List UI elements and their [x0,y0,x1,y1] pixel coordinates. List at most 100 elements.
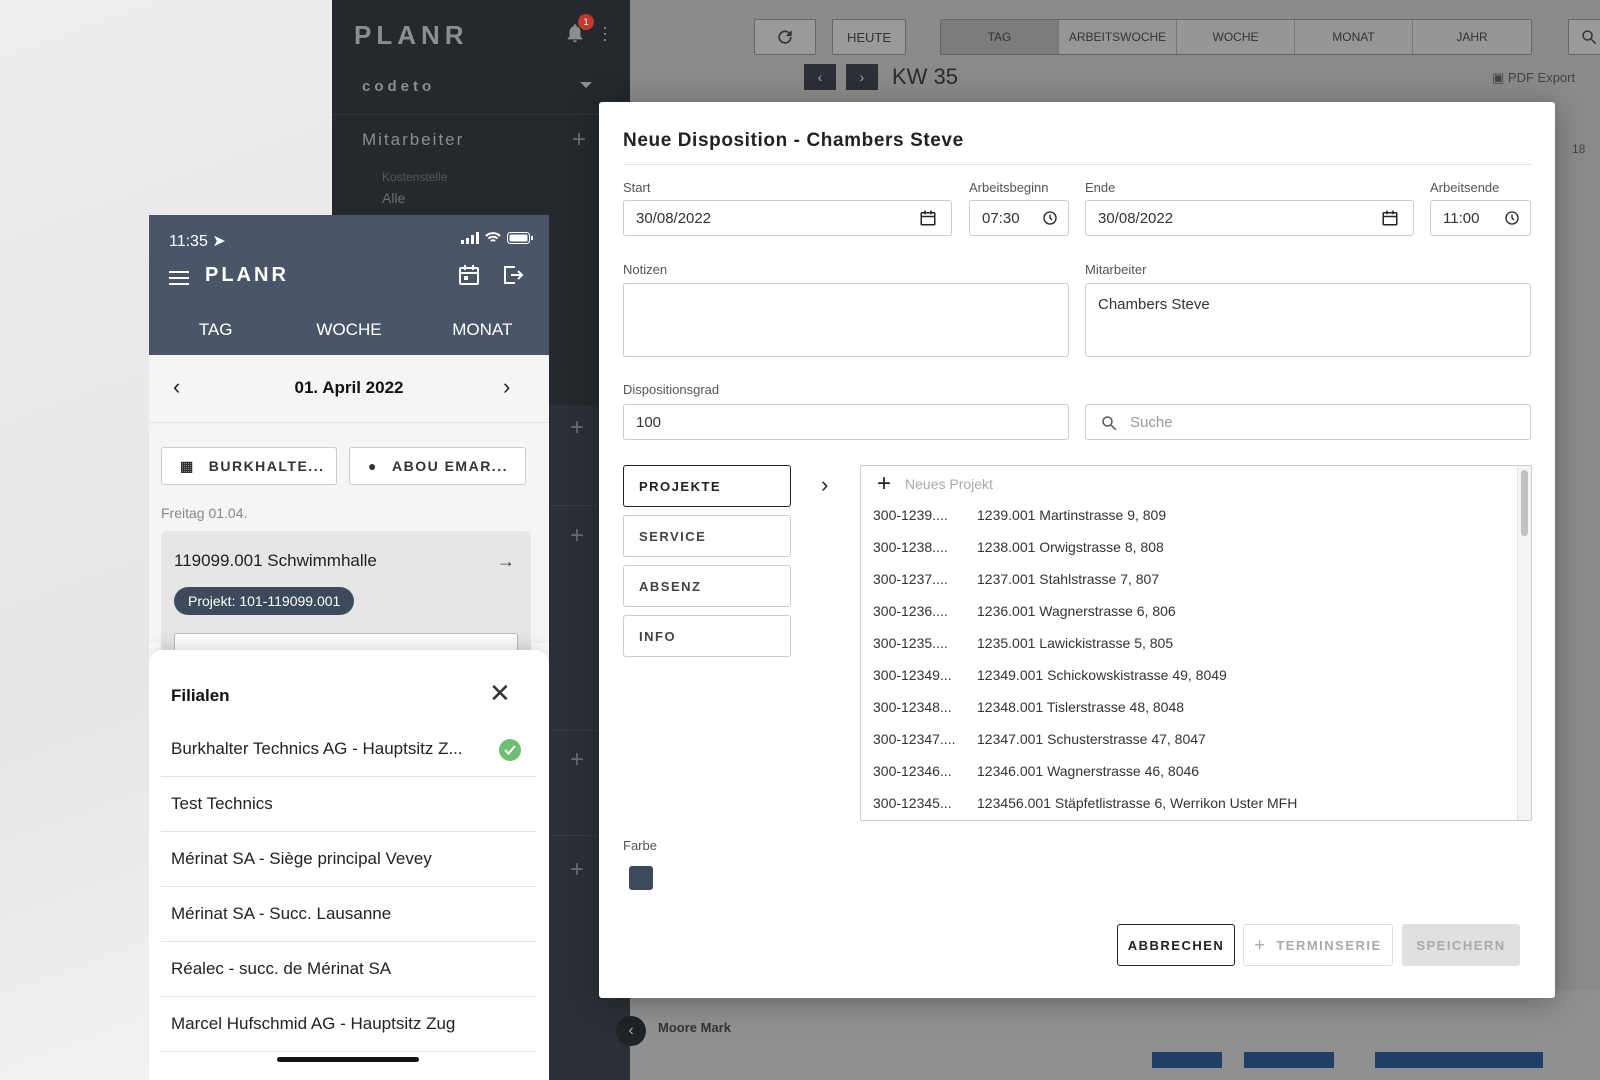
kostenstelle-value[interactable]: Alle [382,190,405,206]
project-code: 300-1237.... [873,570,948,587]
mitarbeiter-label: Mitarbeiter [1085,262,1147,277]
mobile-header: 11:35 ➤ PLANR TAG WOCHE MONAT [149,215,549,355]
list-item[interactable]: 300-12348... 12348.001 Tislerstrasse 48, … [873,691,1513,722]
notes-textarea[interactable] [623,283,1069,357]
week-label: KW 35 [892,64,959,89]
branch-item[interactable]: Test Technics [161,777,537,832]
signal-icon [461,232,479,244]
list-item[interactable]: 300-1239.... 1239.001 Martinstrasse 9, 80… [873,499,1513,530]
category-absenz-button[interactable]: ABSENZ [623,565,791,607]
category-projekte-button[interactable]: PROJEKTE [623,465,791,507]
calendar-event[interactable] [1152,1052,1222,1068]
save-button[interactable]: SPEICHERN [1402,924,1520,966]
add-employee-icon[interactable]: + [572,128,586,152]
branch-item[interactable]: Burkhalter Technics AG - Hauptsitz Z... [161,722,537,777]
color-swatch[interactable] [629,866,653,890]
cancel-button[interactable]: ABBRECHEN [1117,924,1235,966]
category-info-button[interactable]: INFO [623,615,791,657]
add-row-icon[interactable]: + [570,858,584,882]
tab-arbeitswoche[interactable]: ARBEITSWOCHE [1059,20,1177,54]
clock-icon[interactable] [1042,210,1058,226]
tab-woche[interactable]: WOCHE [1177,20,1295,54]
employee-field[interactable]: Chambers Steve [1085,283,1531,357]
tab-monat[interactable]: MONAT [416,320,549,340]
building-icon: ▦ [180,457,195,474]
person-icon: ● [368,458,378,474]
branch-item[interactable]: Mérinat SA - Siège principal Vevey [161,832,537,887]
start-date-input[interactable]: 30/08/2022 [623,200,952,236]
branch-name: Mérinat SA - Siège principal Vevey [171,849,432,868]
add-row-icon[interactable]: + [570,524,584,548]
list-item[interactable]: 300-12347.... 12347.001 Schusterstrasse 4… [873,723,1513,754]
add-row-icon[interactable]: + [570,748,584,772]
list-item[interactable]: 300-1235.... 1235.001 Lawickistrasse 5, 8… [873,627,1513,658]
list-item[interactable]: 300-12345... 123456.001 Stäpfetlistrasse … [873,787,1513,818]
list-scrollbar[interactable] [1517,466,1531,820]
close-icon[interactable]: ✕ [489,678,511,709]
branch-filter-label: BURKHALTE... [208,458,325,474]
project-code: 300-12347.... [873,730,956,747]
search-button[interactable] [1568,19,1600,55]
list-item[interactable]: 300-12346... 12346.001 Wagnerstrasse 46, … [873,755,1513,786]
list-item[interactable]: 300-1236.... 1236.001 Wagnerstrasse 6, 80… [873,595,1513,626]
scrollbar-thumb[interactable] [1521,470,1528,536]
kebab-menu-icon[interactable]: · · · [602,18,608,48]
refresh-button[interactable] [754,19,816,55]
pdf-icon: ▣ [1492,70,1508,85]
prev-week-button[interactable]: ‹ [804,64,836,90]
project-name: 1237.001 Stahlstrasse 7, 807 [977,570,1160,587]
branch-filter-button[interactable]: ▦ BURKHALTE... [161,447,337,485]
branch-item[interactable]: Réalec - succ. de Mérinat SA [161,942,537,997]
home-indicator [277,1057,419,1062]
person-filter-button[interactable]: ● ABOU EMAR... [349,447,526,485]
card-title: 119099.001 Schwimmhalle [174,551,377,570]
menu-icon[interactable] [169,267,189,289]
arbeitsbeginn-input[interactable]: 07:30 [969,200,1069,236]
tab-jahr[interactable]: JAHR [1413,20,1531,54]
calendar-icon[interactable] [1381,209,1399,227]
end-date-input[interactable]: 30/08/2022 [1085,200,1414,236]
calendar-event[interactable] [1375,1052,1543,1068]
list-item[interactable]: 300-12349... 12349.001 Schickowskistrasse… [873,659,1513,690]
divider [623,164,1531,165]
arbeitsende-input[interactable]: 11:00 [1430,200,1531,236]
list-item[interactable]: 300-1237.... 1237.001 Stahlstrasse 7, 807 [873,563,1513,594]
next-week-button[interactable]: › [846,64,878,90]
branch-item[interactable]: Mérinat SA - Succ. Lausanne [161,887,537,942]
project-name: 123456.001 Stäpfetlistrasse 6, Werrikon … [977,794,1298,811]
list-item[interactable]: 300-1238.... 1238.001 Orwigstrasse 8, 808 [873,531,1513,562]
search-placeholder: Suche [1130,413,1173,431]
arbeitsende-label: Arbeitsende [1430,180,1500,195]
category-service-button[interactable]: SERVICE [623,515,791,557]
dispositionsgrad-input[interactable]: 100 [623,404,1069,440]
arrow-right-icon[interactable]: → [497,551,515,572]
collapse-sidebar-button[interactable]: ‹ [616,1016,646,1046]
tab-tag[interactable]: TAG [149,320,282,340]
calendar-event[interactable] [1244,1052,1334,1068]
calendar-icon[interactable] [919,209,937,227]
chevron-right-icon[interactable]: › [503,374,510,400]
clock-icon[interactable] [1504,210,1520,226]
chevron-down-icon[interactable] [580,82,592,88]
add-row-icon[interactable]: + [570,416,584,440]
arbeitsbeginn-value: 07:30 [982,209,1020,227]
tab-woche[interactable]: WOCHE [282,320,415,340]
org-selector[interactable]: codeto [362,78,435,95]
new-disposition-dialog: Neue Disposition - Chambers Steve Start … [599,102,1555,998]
appointment-card[interactable]: 119099.001 Schwimmhalle → Projekt: 101-1… [161,531,531,663]
today-button[interactable]: HEUTE [832,19,906,55]
project-search-input[interactable]: Suche [1085,404,1531,440]
tab-tag[interactable]: TAG [941,20,1059,54]
calendar-icon[interactable] [457,263,481,287]
project-code: 300-12348... [873,698,952,715]
new-project-button[interactable]: + Neues Projekt [877,472,993,496]
terminserie-button[interactable]: + TERMINSERIE [1243,924,1393,966]
arbeitsende-value: 11:00 [1443,209,1480,227]
plus-icon: + [1254,934,1267,955]
filter-area: ▦ BURKHALTE... ● ABOU EMAR... Freitag 01.0… [149,423,549,663]
project-chip: Projekt: 101-119099.001 [174,587,355,615]
branch-item[interactable]: Marcel Hufschmid AG - Hauptsitz Zug [161,997,537,1052]
pdf-export-button[interactable]: ▣ PDF Export [1492,70,1575,86]
logout-icon[interactable] [501,263,525,287]
tab-monat[interactable]: MONAT [1295,20,1413,54]
